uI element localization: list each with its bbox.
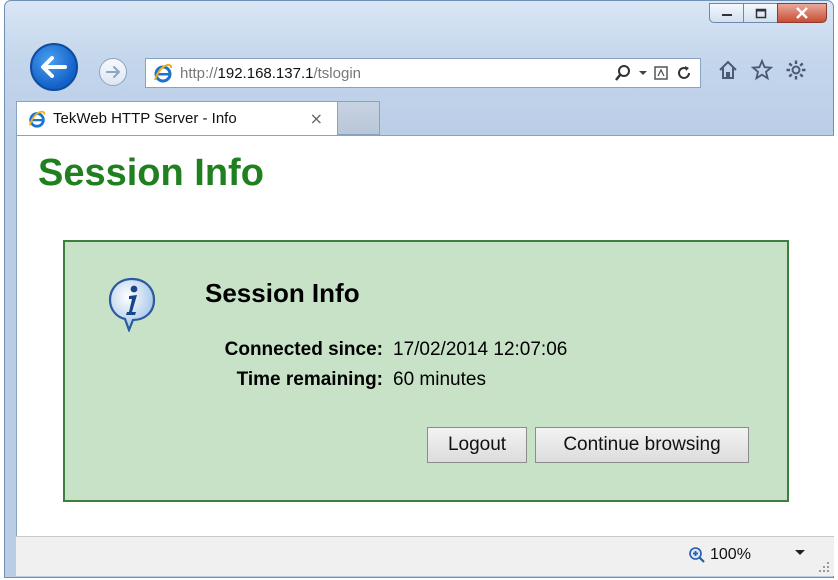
zoom-dropdown-icon[interactable]: [794, 547, 806, 557]
ie-logo-icon: [154, 63, 172, 83]
time-remaining-value: 60 minutes: [393, 369, 486, 390]
connected-since-row: Connected since: 17/02/2014 12:07:06: [165, 339, 685, 361]
ie-logo-icon: [28, 110, 46, 128]
dropdown-icon[interactable]: [638, 69, 648, 77]
tab-close-icon[interactable]: ×: [310, 109, 323, 128]
tab-title: TekWeb HTTP Server - Info: [53, 110, 237, 127]
tab-bar: TekWeb HTTP Server - Info ×: [16, 101, 380, 135]
status-bar: 100%: [16, 536, 834, 576]
session-info-panel: Session Info Connected since: 17/02/2014 …: [63, 240, 789, 502]
back-arrow-icon: [41, 56, 67, 78]
continue-browsing-button[interactable]: Continue browsing: [535, 427, 749, 463]
page-title: Session Info: [38, 152, 264, 194]
home-button[interactable]: [717, 59, 739, 81]
zoom-icon: [689, 547, 705, 563]
toolbar-icons: [717, 59, 807, 81]
minimize-icon: [721, 14, 732, 16]
address-bar[interactable]: http://192.168.137.1/tslogin: [145, 58, 701, 88]
window-controls: [709, 3, 827, 29]
maximize-icon: [755, 8, 766, 18]
url-host: 192.168.137.1: [217, 64, 314, 82]
back-button[interactable]: [30, 43, 78, 91]
close-window-button[interactable]: [777, 3, 827, 23]
panel-title: Session Info: [205, 278, 360, 308]
minimize-button[interactable]: [709, 3, 743, 23]
connected-since-value: 17/02/2014 12:07:06: [393, 339, 568, 360]
home-icon: [719, 60, 737, 79]
settings-gear-icon: [786, 60, 806, 80]
settings-button[interactable]: [785, 59, 807, 81]
zoom-level: 100%: [710, 546, 751, 563]
tab-tekweb-info[interactable]: TekWeb HTTP Server - Info ×: [16, 101, 338, 135]
logout-button[interactable]: Logout: [427, 427, 527, 463]
zoom-control[interactable]: 100%: [688, 546, 751, 564]
favorites-button[interactable]: [751, 59, 773, 81]
refresh-icon[interactable]: [676, 65, 692, 81]
resize-grip-icon[interactable]: [818, 561, 830, 573]
favorites-star-icon: [751, 59, 773, 81]
close-icon: [796, 7, 808, 19]
time-remaining-row: Time remaining: 60 minutes: [165, 369, 685, 391]
new-tab-button[interactable]: [338, 101, 380, 135]
search-icon[interactable]: [614, 64, 632, 82]
compatibility-icon[interactable]: [654, 65, 670, 81]
info-icon: [108, 277, 156, 332]
connected-since-label: Connected since:: [224, 339, 383, 360]
forward-arrow-icon: [106, 66, 120, 78]
url-text[interactable]: http://192.168.137.1/tslogin: [180, 65, 361, 82]
time-remaining-label: Time remaining:: [236, 369, 383, 390]
forward-button[interactable]: [99, 58, 127, 86]
address-tools: [614, 64, 700, 82]
url-path: /tslogin: [313, 64, 361, 82]
maximize-button[interactable]: [743, 3, 777, 23]
url-prefix: http://: [180, 64, 218, 82]
page-content: Session Info Session Info Connected sinc…: [16, 135, 834, 536]
